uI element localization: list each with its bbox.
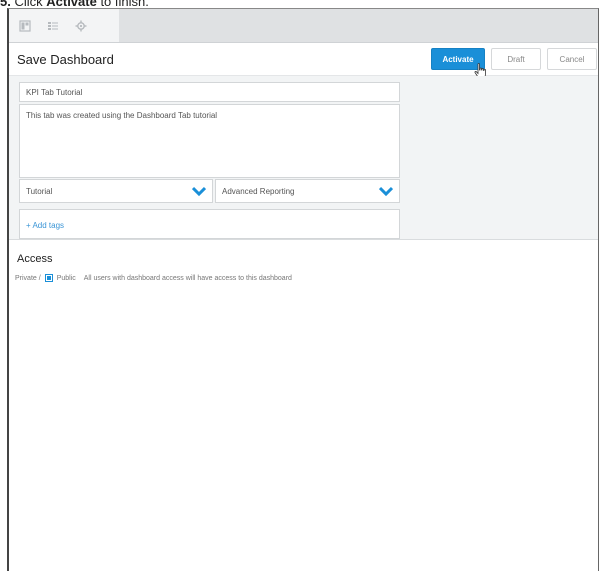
dashboard-description-field[interactable]: This tab was created using the Dashboard… [19,104,400,178]
tab-group [9,9,119,42]
add-tags-link[interactable]: + Add tags [26,221,64,230]
chevron-down-icon [192,186,206,197]
instruction-caption: 5. Click Activate to finish. [0,0,149,9]
public-description: All users with dashboard access will hav… [83,274,292,282]
cancel-button[interactable]: Cancel [547,48,597,70]
access-heading: Access [17,253,53,265]
chevron-down-icon [379,186,393,197]
tab-bar [9,9,598,43]
list-icon[interactable] [41,14,65,38]
gear-icon[interactable] [69,14,93,38]
category-select[interactable]: Tutorial [19,179,213,203]
subcategory-select-value: Advanced Reporting [222,187,295,196]
dashboard-name-field[interactable]: KPI Tab Tutorial [19,82,400,102]
subcategory-select[interactable]: Advanced Reporting [215,179,400,203]
add-tags-field[interactable]: + Add tags [19,209,400,239]
page-title: Save Dashboard [17,52,114,67]
private-option-label[interactable]: Private / [15,275,41,282]
public-radio[interactable] [44,274,53,282]
public-option-label[interactable]: Public [57,275,76,282]
category-select-value: Tutorial [26,187,53,196]
access-options: Private / Public All users with dashboar… [15,274,292,282]
dashboard-icon[interactable] [13,14,37,38]
app-window: Save Dashboard Activate Draft Cancel KPI… [7,8,599,571]
dashboard-form: KPI Tab Tutorial This tab was created us… [9,76,598,240]
draft-button[interactable]: Draft [491,48,541,70]
save-header: Save Dashboard Activate Draft Cancel [9,43,598,79]
